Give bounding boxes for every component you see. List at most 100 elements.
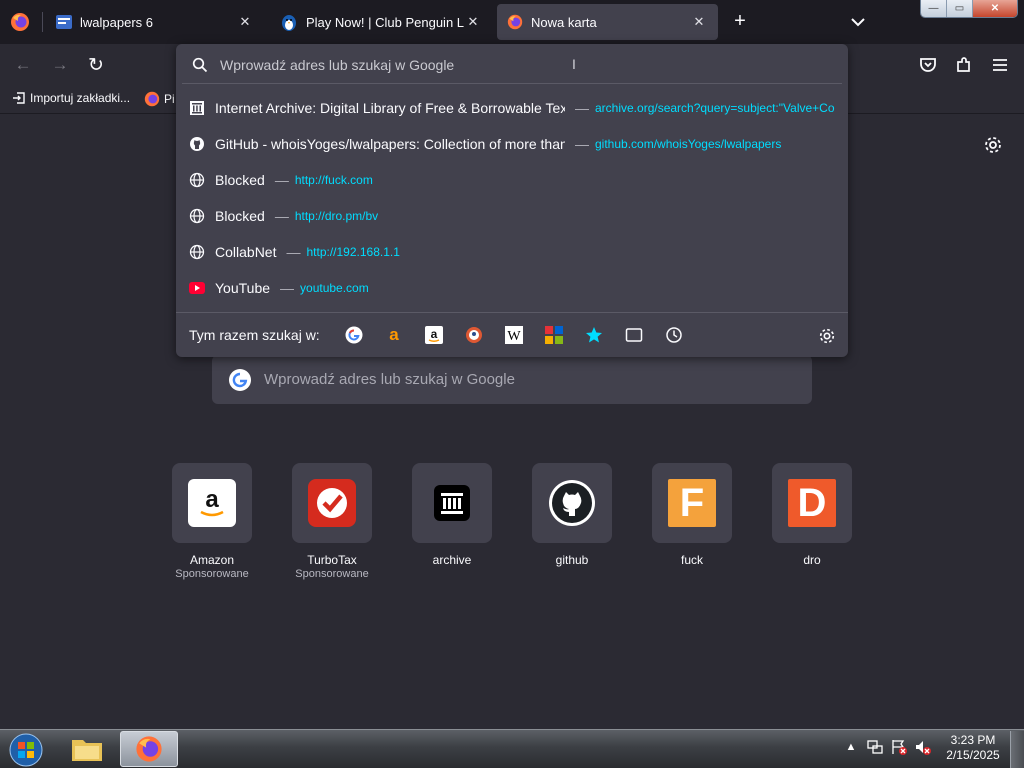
suggestion-row[interactable]: YouTube — youtube.com: [176, 270, 848, 306]
suggestion-row[interactable]: Blocked — http://fuck.com: [176, 162, 848, 198]
pocket-icon[interactable]: [918, 55, 938, 75]
tab-new-tab[interactable]: Nowa karta ✕: [497, 4, 718, 40]
close-tab-icon[interactable]: ✕: [236, 13, 254, 31]
urlbar-input[interactable]: [220, 57, 780, 73]
tile-label: TurboTax: [307, 553, 357, 567]
tab-club-penguin[interactable]: Play Now! | Club Penguin Legacy ✕: [270, 4, 492, 40]
suggestion-title: YouTube: [215, 280, 271, 296]
amazon-icon[interactable]: a: [414, 321, 454, 349]
tray-expand-icon[interactable]: ▲: [842, 738, 860, 756]
reload-icon[interactable]: ↻: [85, 54, 107, 76]
taskbar-explorer[interactable]: [58, 731, 116, 767]
settings-gear-icon[interactable]: [983, 135, 1003, 155]
tile-label: dro: [803, 553, 821, 567]
github-icon: [549, 480, 595, 526]
suggestion-row[interactable]: CollabNet — http://192.168.1.1: [176, 234, 848, 270]
history-icon[interactable]: [654, 321, 694, 349]
tile-sponsored: Sponsorowane: [175, 568, 249, 580]
top-site-archive[interactable]: archive: [412, 463, 492, 567]
svg-text:a: a: [389, 326, 399, 344]
taskbar-clock[interactable]: 3:23 PM 2/15/2025: [940, 733, 1006, 763]
amazon-icon: a: [188, 479, 236, 527]
top-site-dro[interactable]: D dro: [772, 463, 852, 567]
globe-icon: [188, 171, 206, 189]
volume-muted-icon[interactable]: [914, 738, 932, 756]
clock-date: 2/15/2025: [946, 748, 1000, 762]
archive-icon: [188, 99, 206, 117]
engines-label: Tym razem szukaj w:: [189, 326, 320, 343]
minimize-button[interactable]: —: [921, 0, 947, 17]
wikipedia-icon[interactable]: W: [494, 321, 534, 349]
github-icon: [188, 135, 206, 153]
suggestion-url: http://dro.pm/bv: [294, 209, 379, 223]
taskbar-firefox[interactable]: [120, 731, 178, 767]
top-site-github[interactable]: github: [532, 463, 612, 567]
globe-icon: [188, 243, 206, 261]
google-icon: [229, 368, 251, 391]
top-site-fuck[interactable]: F fuck: [652, 463, 732, 567]
suggestion-row[interactable]: Internet Archive: Digital Library of Fre…: [176, 90, 848, 126]
text-cursor-icon: I: [572, 56, 576, 72]
youtube-icon: [188, 279, 206, 297]
suggestion-dash: —: [274, 172, 289, 188]
archive-icon: [434, 485, 470, 521]
bookmark-label: Importuj zakładki...: [30, 91, 131, 105]
network-icon[interactable]: [866, 738, 884, 756]
google-icon[interactable]: [334, 321, 374, 349]
show-desktop-button[interactable]: [1010, 731, 1024, 768]
divider: [182, 83, 842, 84]
import-icon: [13, 92, 25, 104]
bookmarks-star-icon[interactable]: [574, 321, 614, 349]
tab-strip: lwalpapers 6 ✕ Play Now! | Club Penguin …: [0, 0, 1024, 44]
system-tray: ▲: [842, 738, 932, 756]
search-engines-bar: Tym razem szukaj w: a a W: [176, 312, 848, 356]
close-tab-icon[interactable]: ✕: [690, 13, 708, 31]
maximize-button[interactable]: ▭: [947, 0, 973, 17]
tile-sponsored: Sponsorowane: [295, 568, 369, 580]
tab-title: Nowa karta: [531, 14, 597, 30]
forward-arrow-icon[interactable]: →: [49, 54, 71, 76]
suggestion-url: github.com/whoisYoges/lwalpapers: [595, 137, 782, 151]
suggestion-dash: —: [575, 136, 589, 152]
search-icon: [192, 57, 208, 73]
firefox-icon[interactable]: [10, 12, 30, 32]
wallpaper-icon: [56, 15, 72, 29]
page-search-placeholder: Wprowadź adres lub szukaj w Google: [264, 371, 515, 388]
extensions-icon[interactable]: [954, 55, 974, 75]
suggestion-row[interactable]: Blocked — http://dro.pm/bv: [176, 198, 848, 234]
action-center-flag-icon[interactable]: [890, 738, 908, 756]
suggestion-row[interactable]: GitHub - whoisYoges/lwalpapers: Collecti…: [176, 126, 848, 162]
turbotax-icon: [308, 479, 356, 527]
firefox-icon: [144, 91, 160, 107]
suggestion-title: Blocked: [215, 172, 265, 188]
tile-box: [292, 463, 372, 543]
chevron-down-icon[interactable]: [848, 12, 868, 32]
tab-separator: [42, 12, 43, 32]
hamburger-menu-icon[interactable]: [990, 55, 1010, 75]
settings-gear-icon[interactable]: [818, 327, 836, 345]
tabs-icon[interactable]: [614, 321, 654, 349]
tab-title: Play Now! | Club Penguin Legacy: [306, 14, 464, 30]
letter-d-icon: D: [788, 479, 836, 527]
close-window-button[interactable]: ✕: [973, 0, 1017, 17]
duckduckgo-icon[interactable]: [454, 321, 494, 349]
amazon-a-icon[interactable]: a: [374, 321, 414, 349]
bookmark-import[interactable]: Importuj zakładki...: [12, 91, 130, 105]
tile-box: [532, 463, 612, 543]
tile-box: F: [652, 463, 732, 543]
start-button[interactable]: [6, 731, 46, 768]
top-site-turbotax[interactable]: TurboTax Sponsorowane: [292, 463, 372, 580]
back-arrow-icon[interactable]: ←: [12, 54, 34, 76]
suggestion-dash: —: [575, 100, 589, 116]
suggestion-dash: —: [280, 280, 295, 296]
suggestion-url: http://fuck.com: [294, 173, 373, 187]
ebay-icon[interactable]: [534, 321, 574, 349]
top-site-amazon[interactable]: a Amazon Sponsorowane: [172, 463, 252, 580]
tab-lwalpapers[interactable]: lwalpapers 6 ✕: [46, 4, 264, 40]
new-tab-button[interactable]: +: [728, 10, 752, 34]
page-search-box[interactable]: Wprowadź adres lub szukaj w Google: [212, 355, 812, 404]
bookmark-label: Pi: [164, 92, 175, 106]
tile-label: Amazon: [189, 553, 235, 567]
close-tab-icon[interactable]: ✕: [464, 13, 482, 31]
bookmark-item[interactable]: Pi: [144, 91, 175, 107]
